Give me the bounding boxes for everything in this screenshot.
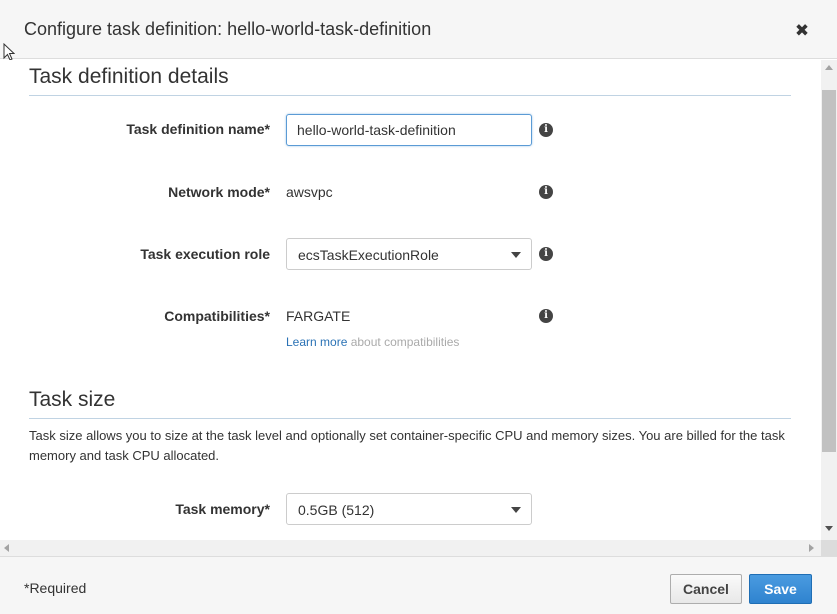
task-execution-role-value: ecsTaskExecutionRole (298, 247, 439, 263)
compatibilities-value: FARGATE (286, 308, 351, 324)
scrollbar-corner (821, 540, 837, 556)
info-icon[interactable]: i (539, 247, 553, 261)
chevron-down-icon (511, 252, 521, 258)
network-mode-value: awsvpc (286, 184, 333, 200)
save-button[interactable]: Save (749, 574, 812, 604)
section-divider (29, 418, 791, 419)
dialog-footer: *Required Cancel Save (0, 556, 837, 614)
learn-more-link[interactable]: Learn more (286, 335, 347, 349)
task-memory-value: 0.5GB (512) (298, 502, 375, 518)
scroll-right-arrow-icon[interactable] (809, 544, 814, 552)
dialog-body: Task definition details Task definition … (0, 60, 837, 556)
vertical-scrollbar[interactable] (821, 60, 837, 540)
compatibilities-label: Compatibilities* (164, 308, 270, 324)
close-icon[interactable]: ✖ (791, 20, 813, 42)
task-size-description: Task size allows you to size at the task… (29, 428, 785, 463)
info-icon[interactable]: i (539, 185, 553, 199)
task-memory-label: Task memory* (175, 501, 270, 517)
network-mode-label: Network mode* (168, 184, 270, 200)
task-definition-name-label: Task definition name* (126, 121, 270, 137)
section-title-details: Task definition details (29, 65, 229, 88)
info-icon[interactable]: i (539, 123, 553, 137)
task-execution-role-select[interactable]: ecsTaskExecutionRole (286, 238, 532, 270)
configure-task-dialog: Configure task definition: hello-world-t… (0, 0, 837, 614)
info-icon[interactable]: i (539, 309, 553, 323)
vertical-scroll-thumb[interactable] (822, 90, 836, 452)
scroll-up-arrow-icon[interactable] (825, 65, 833, 70)
learn-more-rest: about compatibilities (347, 335, 460, 349)
cancel-button[interactable]: Cancel (670, 574, 742, 604)
mouse-pointer-icon (3, 43, 15, 61)
task-memory-select[interactable]: 0.5GB (512) (286, 493, 532, 525)
task-execution-role-label: Task execution role (140, 246, 270, 262)
chevron-down-icon (511, 507, 521, 513)
learn-more-text: Learn more about compatibilities (286, 335, 459, 349)
section-title-task-size: Task size (29, 388, 116, 411)
required-note: *Required (24, 580, 87, 596)
dialog-title: Configure task definition: hello-world-t… (24, 19, 432, 39)
task-definition-name-input[interactable] (286, 114, 532, 146)
scroll-down-arrow-icon[interactable] (825, 526, 833, 531)
section-divider (29, 95, 791, 96)
horizontal-scrollbar[interactable] (0, 540, 821, 556)
scroll-left-arrow-icon[interactable] (4, 544, 9, 552)
dialog-header: Configure task definition: hello-world-t… (0, 0, 837, 61)
